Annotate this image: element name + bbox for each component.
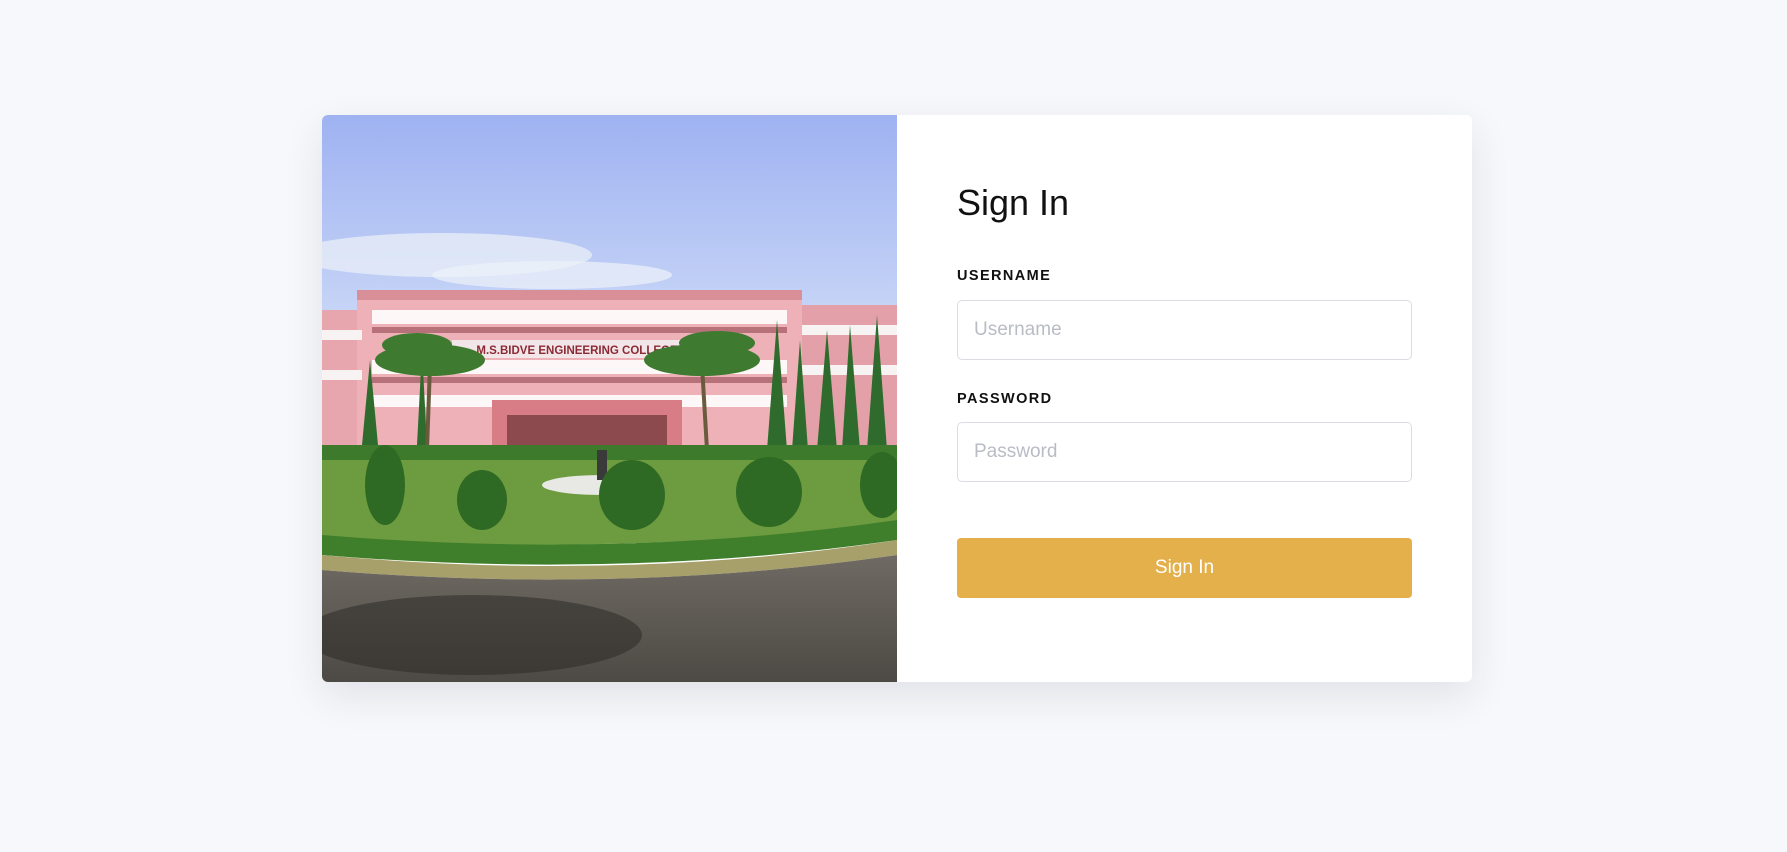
password-input[interactable] bbox=[957, 422, 1412, 483]
college-building-image: M.S.BIDVE ENGINEERING COLLEGE bbox=[322, 115, 897, 682]
college-photo: M.S.BIDVE ENGINEERING COLLEGE bbox=[322, 115, 897, 682]
password-label: PASSWORD bbox=[957, 390, 1053, 407]
page-title: Sign In bbox=[957, 182, 1070, 223]
login-card: M.S.BIDVE ENGINEERING COLLEGE Sign In US… bbox=[322, 115, 1472, 682]
sign-in-button[interactable]: Sign In bbox=[957, 538, 1412, 599]
sign-in-form: Sign In USERNAME PASSWORD Sign In bbox=[897, 115, 1472, 682]
username-label: USERNAME bbox=[957, 268, 1052, 285]
username-input[interactable] bbox=[957, 299, 1412, 360]
